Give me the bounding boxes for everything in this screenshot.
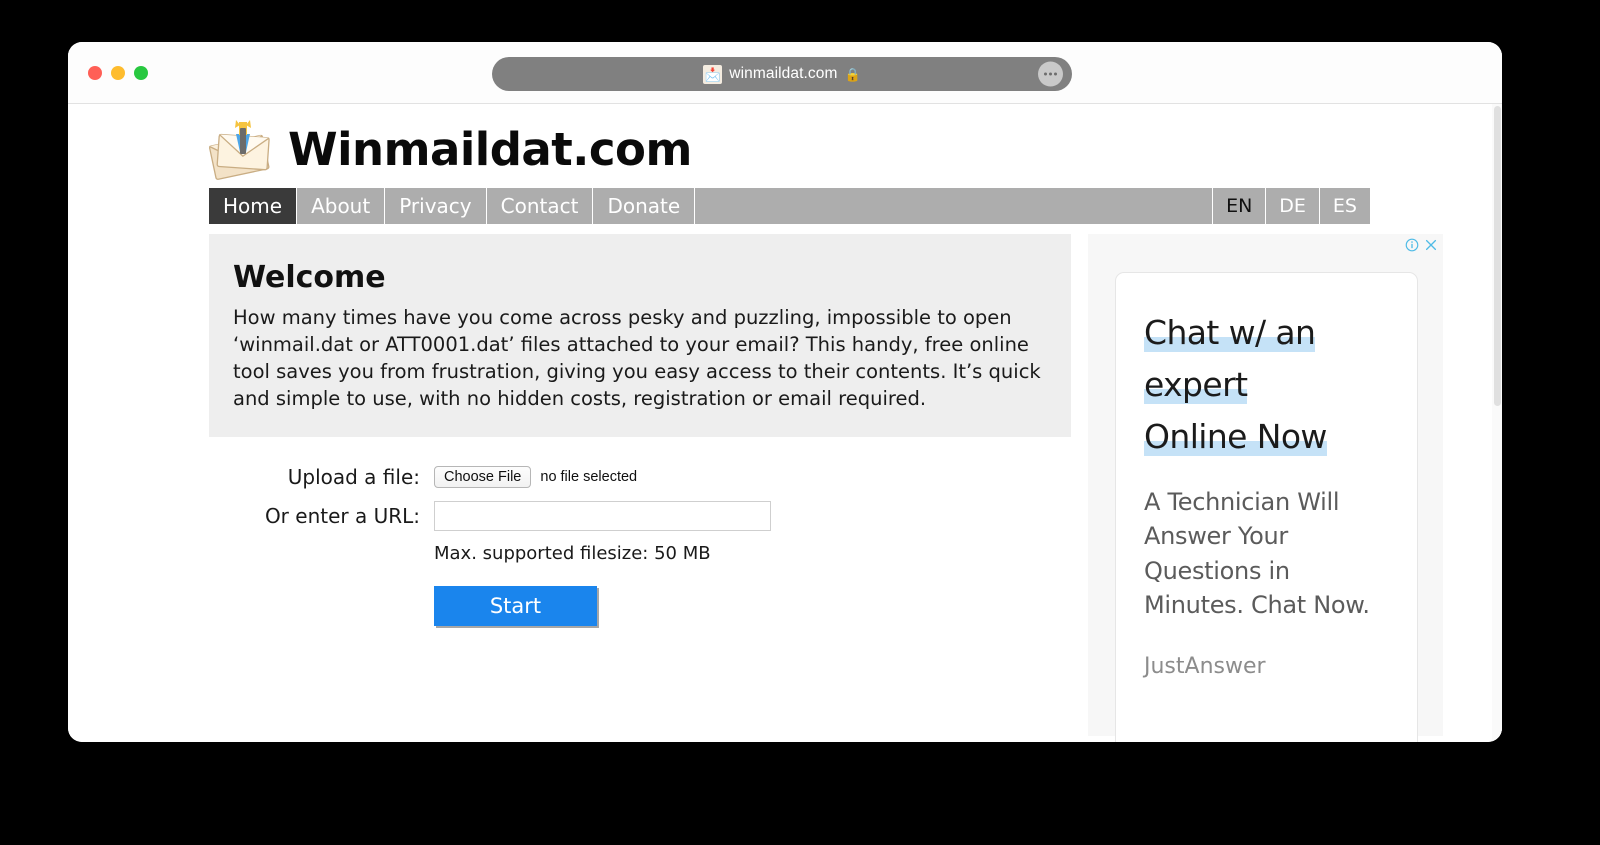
url-label: Or enter a URL: [264,503,420,528]
ad-headline: Chat w/ an expert Online Now [1144,307,1389,463]
info-circle-icon[interactable] [1405,238,1419,252]
main-navigation: Home About Privacy Contact Donate EN DE … [209,188,1370,224]
page-menu-button[interactable] [1038,61,1063,87]
url-input[interactable] [434,500,771,531]
browser-titlebar: 📩 winmaildat.com 🔒 [68,42,1502,104]
lang-button-en[interactable]: EN [1213,188,1267,224]
ad-headline-line-3: Online Now [1144,417,1327,457]
window-traffic-lights [88,66,148,80]
advertisement-panel: Chat w/ an expert Online Now A Technicia… [1087,234,1443,742]
page-viewport: Winmaildat.com Home About Privacy Contac… [68,104,1502,742]
lock-icon: 🔒 [844,66,861,82]
filesize-note: Max. supported filesize: 50 MB [434,542,711,564]
site-favicon-icon: 📩 [703,64,723,84]
page-scrollbar-thumb[interactable] [1494,106,1501,406]
nav-item-contact[interactable]: Contact [487,188,594,224]
ad-brand-name: JustAnswer [1144,653,1266,679]
address-bar[interactable]: 📩 winmaildat.com 🔒 [492,57,1072,91]
ad-headline-line-2: expert [1144,365,1248,405]
welcome-panel: Welcome How many times have you come acr… [209,234,1071,437]
url-row: Or enter a URL: [209,500,1071,531]
page-scrollbar-track[interactable] [1492,104,1502,742]
browser-window: 📩 winmaildat.com 🔒 Winmaildat.com Home A… [68,42,1502,742]
window-maximize-button[interactable] [134,66,148,80]
upload-file-label: Upload a file: [287,464,420,489]
main-column: Welcome How many times have you come acr… [209,234,1071,626]
start-button[interactable]: Start [434,585,597,626]
nav-item-home[interactable]: Home [209,188,298,224]
ad-creative-card[interactable]: Chat w/ an expert Online Now A Technicia… [1115,272,1418,742]
content-row: Welcome How many times have you come acr… [68,234,1502,742]
ad-headline-line-1: Chat w/ an [1144,313,1316,352]
ad-body-text: A Technician Will Answer Your Questions … [1144,488,1370,619]
ad-badges [1405,238,1438,252]
close-x-icon[interactable] [1424,238,1438,252]
upload-form: Upload a file: Choose File no file selec… [209,465,1071,626]
welcome-body-text: How many times have you come across pesk… [233,306,1041,410]
welcome-heading: Welcome [233,260,386,295]
nav-spacer [695,188,1214,224]
choose-file-button[interactable]: Choose File [434,465,532,488]
upload-file-row: Upload a file: Choose File no file selec… [209,465,1071,489]
address-url-text: winmaildat.com [729,65,838,82]
file-status-text: no file selected [540,468,638,485]
nav-item-privacy[interactable]: Privacy [385,188,487,224]
nav-item-about[interactable]: About [297,188,386,224]
lang-button-de[interactable]: DE [1266,188,1320,224]
envelope-with-tool-icon [206,118,276,180]
window-minimize-button[interactable] [111,66,125,80]
lang-button-es[interactable]: ES [1320,188,1370,224]
site-header: Winmaildat.com [68,104,1502,188]
page-title: Winmaildat.com [288,122,692,176]
window-close-button[interactable] [88,66,102,80]
nav-item-donate[interactable]: Donate [593,188,696,224]
